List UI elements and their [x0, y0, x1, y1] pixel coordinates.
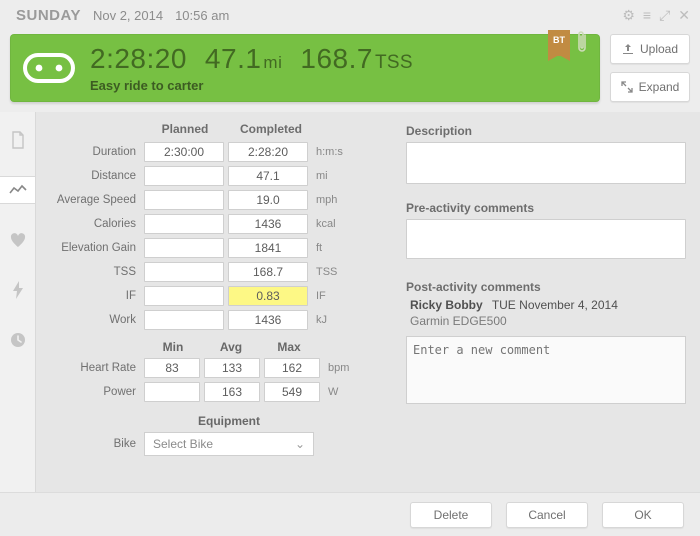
avgspeed-unit: mph — [316, 194, 337, 206]
expand-button[interactable]: Expand — [610, 72, 690, 102]
duration-label: Duration — [46, 146, 144, 158]
bike-select-value: Select Bike — [153, 437, 213, 451]
fullscreen-icon[interactable]: ⤢ — [659, 7, 670, 24]
work-planned-input[interactable] — [144, 310, 224, 330]
comments-panel: Description Pre-activity comments Post-a… — [406, 122, 686, 524]
day-of-week-label: SUNDAY — [16, 7, 81, 24]
work-unit: kJ — [316, 314, 327, 326]
pw-max-input[interactable] — [264, 382, 320, 402]
menu-icon[interactable]: ≡ — [643, 7, 651, 24]
hr-label: Heart Rate — [46, 362, 144, 374]
tab-power[interactable] — [0, 276, 35, 304]
col-completed: Completed — [230, 122, 312, 136]
calories-completed-input[interactable] — [228, 214, 308, 234]
if-planned-input[interactable] — [144, 286, 224, 306]
calories-unit: kcal — [316, 218, 336, 230]
duration-planned-input[interactable] — [144, 142, 224, 162]
pw-label: Power — [46, 386, 144, 398]
col-avg: Avg — [202, 340, 260, 354]
paperclip-icon[interactable] — [574, 30, 590, 60]
banner-distance: 47.1mi — [205, 43, 282, 75]
elev-planned-input[interactable] — [144, 238, 224, 258]
tab-heart[interactable] — [0, 226, 35, 254]
gear-icon[interactable]: ⚙ — [622, 7, 635, 24]
postactivity-head: Post-activity comments — [406, 280, 686, 294]
upload-button[interactable]: Upload — [610, 34, 690, 64]
pw-avg-input[interactable] — [204, 382, 260, 402]
activity-title: Easy ride to carter — [90, 78, 413, 93]
window-titlebar: SUNDAY Nov 2, 2014 10:56 am ⚙ ≡ ⤢ ✕ — [0, 0, 700, 30]
equipment-head: Equipment — [144, 414, 314, 428]
work-label: Work — [46, 314, 144, 326]
tss-label: TSS — [46, 266, 144, 278]
if-completed-input[interactable] — [228, 286, 308, 306]
delete-button[interactable]: Delete — [410, 502, 492, 528]
expand-icon — [621, 81, 633, 93]
hr-max-input[interactable] — [264, 358, 320, 378]
preactivity-textarea[interactable] — [406, 219, 686, 259]
description-head: Description — [406, 124, 686, 138]
avgspeed-label: Average Speed — [46, 194, 144, 206]
tss-unit: TSS — [316, 266, 337, 278]
footer-buttons: Delete Cancel OK — [0, 492, 700, 536]
comment-date: TUE November 4, 2014 — [492, 298, 618, 312]
close-icon[interactable]: ✕ — [678, 7, 690, 24]
pw-min-input[interactable] — [144, 382, 200, 402]
bike-select[interactable]: Select Bike ⌄ — [144, 432, 314, 456]
distance-planned-input[interactable] — [144, 166, 224, 186]
post-comment-meta: Ricky Bobby TUE November 4, 2014 — [410, 298, 686, 312]
ok-button[interactable]: OK — [602, 502, 684, 528]
calories-label: Calories — [46, 218, 144, 230]
hr-avg-input[interactable] — [204, 358, 260, 378]
elev-label: Elevation Gain — [46, 242, 144, 254]
banner-duration: 2:28:20 — [90, 43, 187, 75]
description-textarea[interactable] — [406, 142, 686, 184]
tss-planned-input[interactable] — [144, 262, 224, 282]
header-row: 2:28:20 47.1mi 168.7TSS Easy ride to car… — [0, 30, 700, 112]
main-content: Planned Completed Duration h:m:s Distance… — [0, 112, 700, 532]
distance-label: Distance — [46, 170, 144, 182]
elev-unit: ft — [316, 242, 322, 254]
new-comment-textarea[interactable] — [406, 336, 686, 404]
hr-min-input[interactable] — [144, 358, 200, 378]
banner-metrics: 2:28:20 47.1mi 168.7TSS — [90, 43, 413, 75]
metrics-panel: Planned Completed Duration h:m:s Distance… — [46, 122, 386, 524]
elev-completed-input[interactable] — [228, 238, 308, 258]
commenter-name: Ricky Bobby — [410, 298, 483, 312]
col-planned: Planned — [144, 122, 226, 136]
window-controls: ⚙ ≡ ⤢ ✕ — [622, 7, 690, 24]
activity-banner: 2:28:20 47.1mi 168.7TSS Easy ride to car… — [10, 34, 600, 102]
tss-completed-input[interactable] — [228, 262, 308, 282]
banner-tss: 168.7TSS — [300, 43, 412, 75]
avgspeed-completed-input[interactable] — [228, 190, 308, 210]
chevron-down-icon: ⌄ — [295, 437, 305, 451]
if-unit: IF — [316, 290, 326, 302]
work-completed-input[interactable] — [228, 310, 308, 330]
bt-badge-icon[interactable]: BT — [548, 30, 570, 56]
bike-chain-icon — [20, 45, 78, 91]
tab-document[interactable] — [0, 126, 35, 154]
tab-time[interactable] — [0, 326, 35, 354]
time-label: 10:56 am — [175, 8, 229, 23]
if-label: IF — [46, 290, 144, 302]
sidebar — [0, 112, 36, 532]
cancel-button[interactable]: Cancel — [506, 502, 588, 528]
tab-chart[interactable] — [0, 176, 35, 204]
upload-icon — [622, 43, 634, 55]
preactivity-head: Pre-activity comments — [406, 201, 686, 215]
duration-completed-input[interactable] — [228, 142, 308, 162]
col-min: Min — [144, 340, 202, 354]
distance-unit: mi — [316, 170, 328, 182]
date-label: Nov 2, 2014 — [93, 8, 163, 23]
bike-label: Bike — [46, 438, 144, 450]
avgspeed-planned-input[interactable] — [144, 190, 224, 210]
hr-unit: bpm — [328, 362, 349, 374]
distance-completed-input[interactable] — [228, 166, 308, 186]
calories-planned-input[interactable] — [144, 214, 224, 234]
col-max: Max — [260, 340, 318, 354]
pw-unit: W — [328, 386, 338, 398]
duration-unit: h:m:s — [316, 146, 343, 158]
comment-device: Garmin EDGE500 — [410, 314, 686, 328]
